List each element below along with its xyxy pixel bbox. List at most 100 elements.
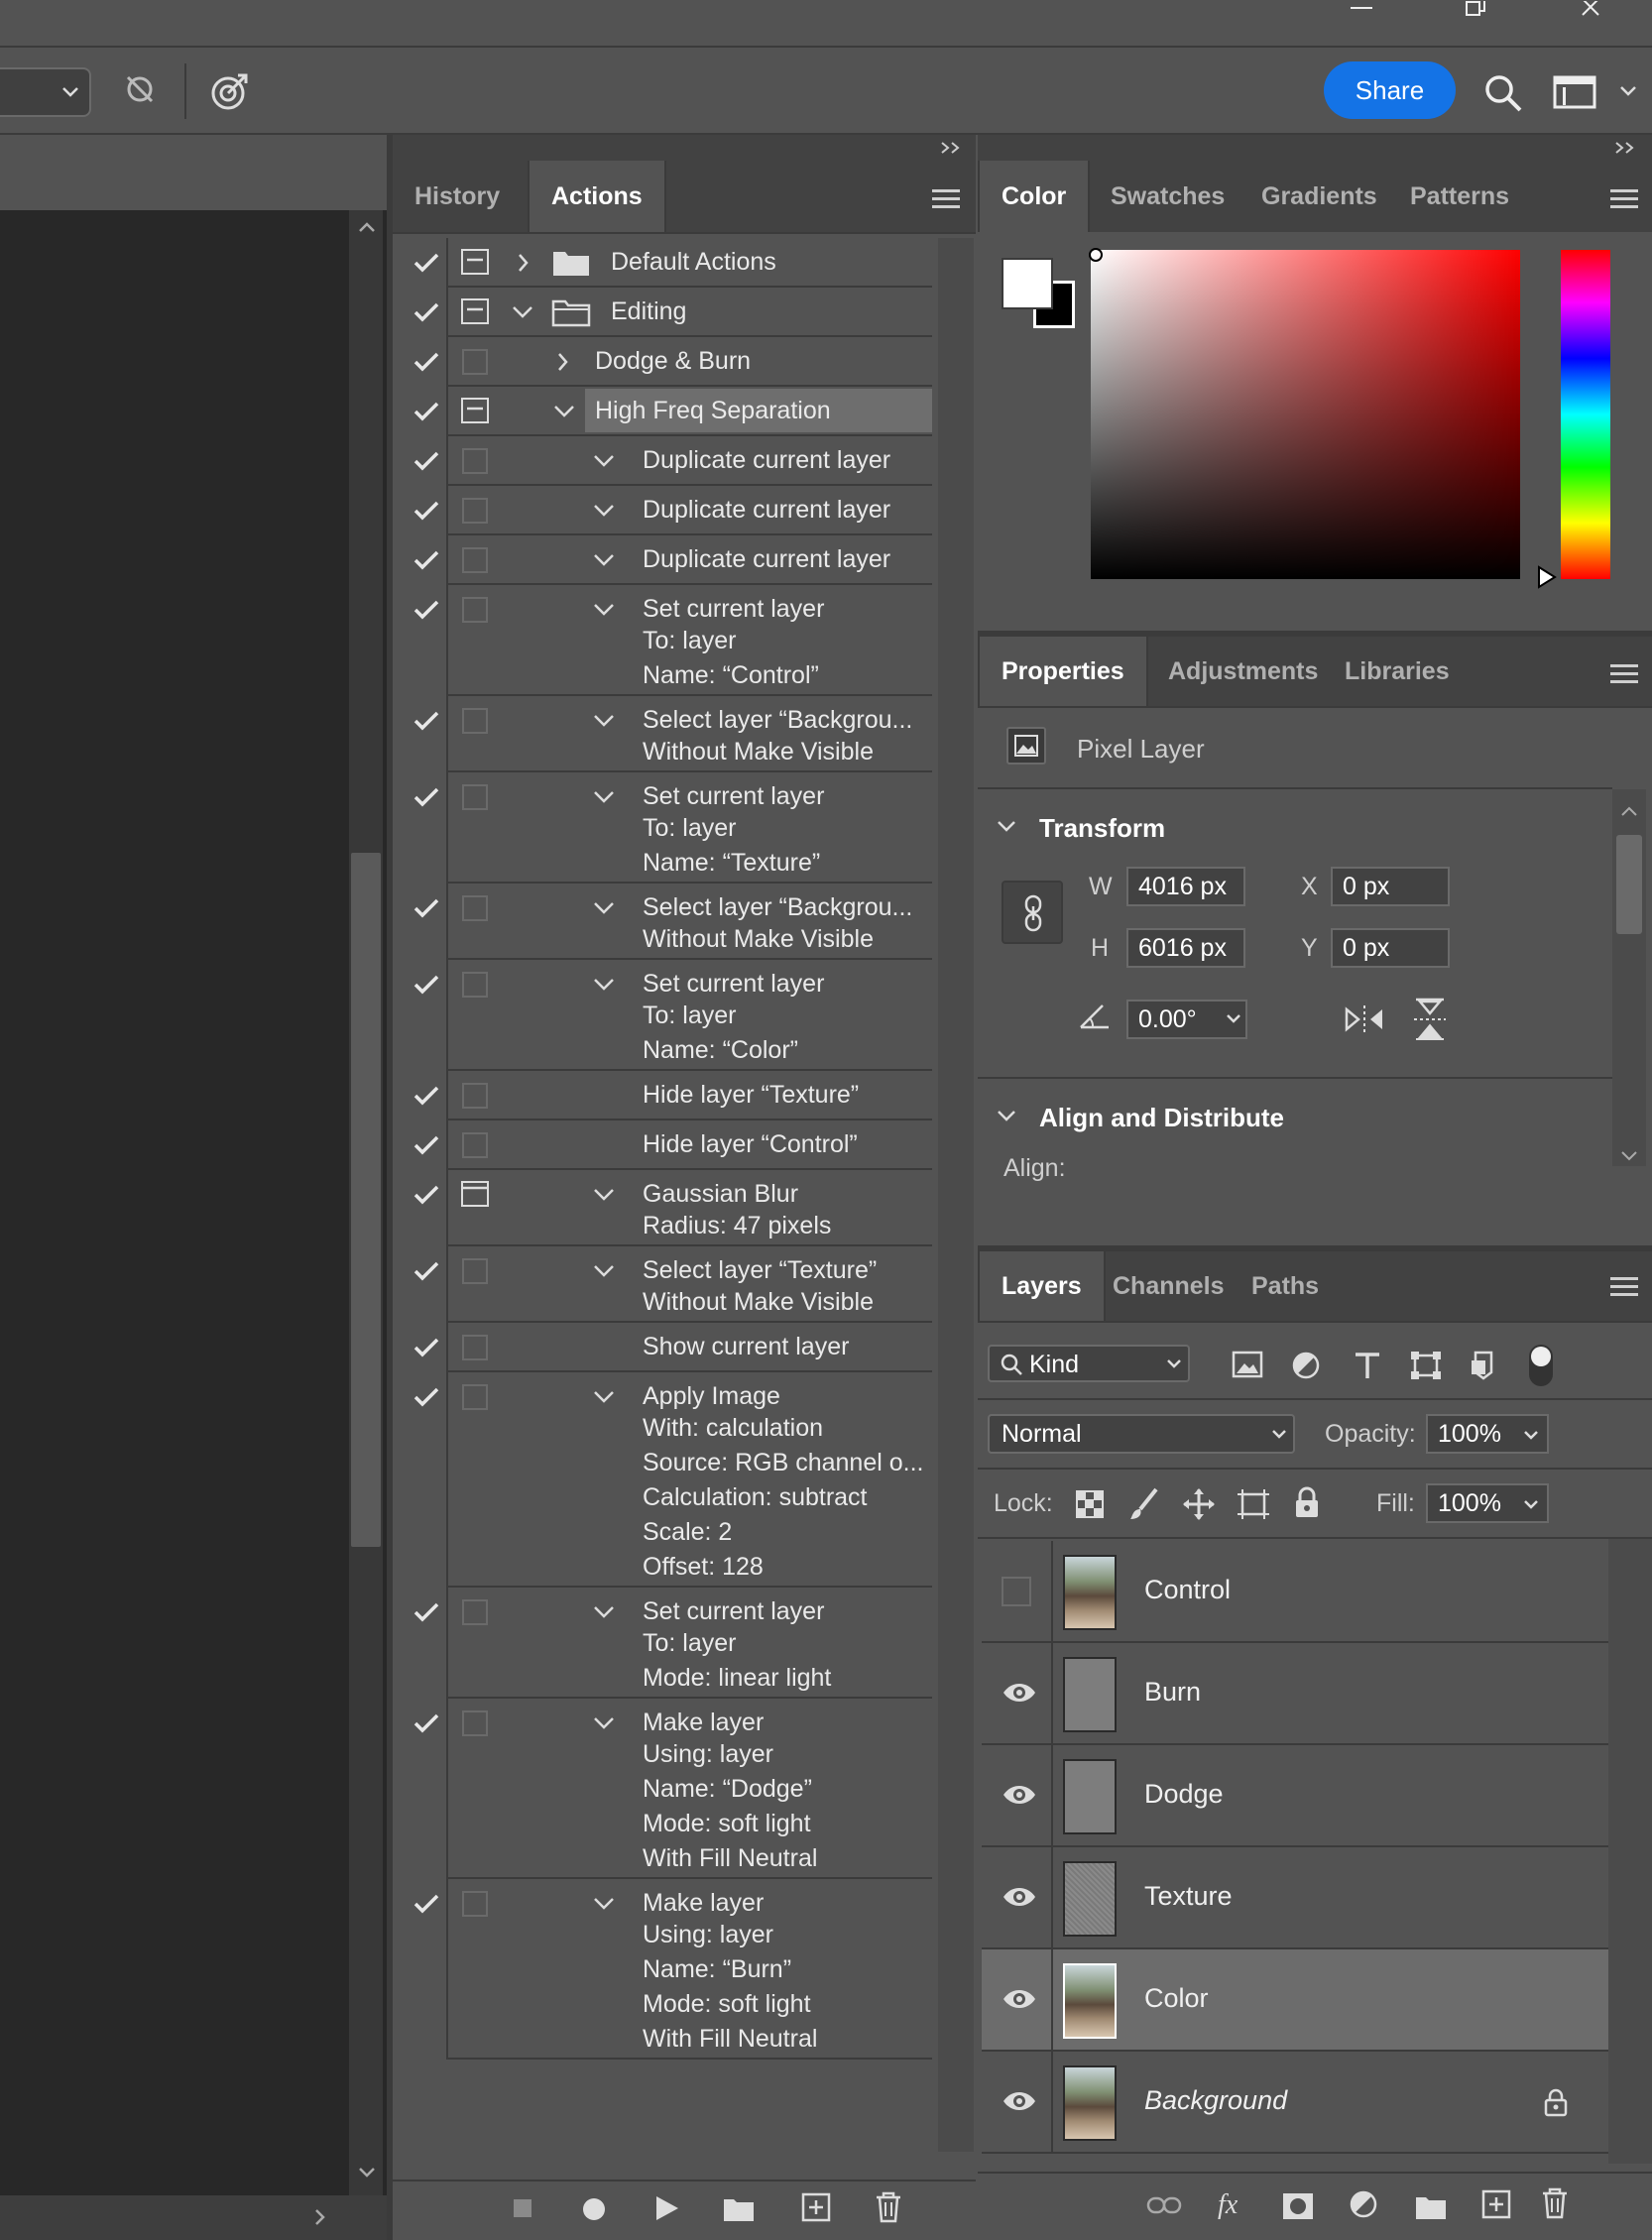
lock-all-icon[interactable] <box>1293 1485 1321 1519</box>
angle-field[interactable]: 0.00° <box>1126 1000 1226 1039</box>
action-row[interactable]: Select layer “Backgrou... Without Make Vi… <box>397 884 932 960</box>
action-row[interactable]: Apply Image With: calculation Source: RGB … <box>397 1372 932 1588</box>
stop-icon[interactable] <box>512 2197 533 2219</box>
checkmark-icon[interactable] <box>413 548 440 572</box>
checkmark-icon[interactable] <box>413 1892 440 1916</box>
filter-smart-object-icon[interactable] <box>1470 1351 1497 1380</box>
workspace-icon[interactable] <box>1553 75 1596 111</box>
tool-preset-dropdown[interactable] <box>0 67 91 117</box>
chevron-down-icon[interactable] <box>553 401 575 422</box>
eye-icon[interactable] <box>1002 1681 1037 1705</box>
layer-effects-icon[interactable]: fx <box>1216 2187 1251 2223</box>
action-row[interactable]: Editing <box>397 288 932 337</box>
checkmark-icon[interactable] <box>413 1711 440 1735</box>
action-row[interactable]: Duplicate current layer <box>397 535 932 585</box>
tab-swatches[interactable]: Swatches <box>1089 161 1246 232</box>
checkmark-icon[interactable] <box>413 300 440 324</box>
action-row[interactable]: Show current layer <box>397 1323 932 1372</box>
collapse-panel-icon[interactable] <box>1614 141 1638 155</box>
action-row[interactable]: Duplicate current layer <box>397 436 932 486</box>
action-row[interactable]: Set current layer To: layer Name: “Control… <box>397 585 932 696</box>
action-row[interactable]: Make layer Using: layer Name: “Burn” Mode: … <box>397 1879 932 2060</box>
tab-patterns[interactable]: Patterns <box>1388 161 1531 232</box>
color-picker-marker[interactable] <box>1087 246 1105 264</box>
delete-layer-icon[interactable] <box>1541 2187 1569 2219</box>
layers-scrollbar[interactable] <box>1608 1539 1652 2164</box>
lock-icon[interactable] <box>1543 2087 1569 2117</box>
target-adjust-icon[interactable] <box>208 69 252 113</box>
action-row[interactable]: Set current layer To: layer Mode: linear l… <box>397 1588 932 1699</box>
tab-actions[interactable]: Actions <box>528 161 666 232</box>
dialog-toggle-icon[interactable] <box>460 397 490 426</box>
scroll-up-icon[interactable] <box>1620 805 1638 817</box>
dialog-toggle-empty[interactable] <box>460 1130 490 1160</box>
hue-slider[interactable] <box>1561 250 1610 579</box>
width-field[interactable]: 4016 px <box>1126 867 1245 906</box>
chevron-down-icon[interactable] <box>593 786 615 808</box>
opacity-field[interactable]: 100% <box>1426 1414 1517 1454</box>
dialog-toggle-empty[interactable] <box>460 1889 490 1919</box>
blend-mode-dropdown[interactable]: Normal <box>988 1414 1295 1454</box>
chevron-down-icon[interactable] <box>996 819 1017 835</box>
new-set-folder-icon[interactable] <box>722 2193 756 2223</box>
lock-image-pixels-icon[interactable] <box>1128 1487 1160 1521</box>
layer-thumbnail[interactable] <box>1063 1963 1117 2039</box>
filter-pixel-icon[interactable] <box>1232 1351 1263 1378</box>
layer-thumbnail[interactable] <box>1063 1759 1117 1834</box>
scroll-down-icon[interactable] <box>357 2166 377 2180</box>
share-button[interactable]: Share <box>1324 61 1456 119</box>
canvas-scroll-thumb[interactable] <box>351 853 381 1547</box>
minimize-button[interactable] <box>1332 0 1391 18</box>
chevron-right-icon[interactable] <box>514 252 535 274</box>
dialog-toggle-empty[interactable] <box>460 595 490 625</box>
checkmark-icon[interactable] <box>413 400 440 423</box>
collapse-panel-icon[interactable] <box>940 141 964 155</box>
delete-icon[interactable] <box>875 2191 902 2223</box>
filter-type-icon[interactable] <box>1353 1351 1382 1380</box>
checkmark-icon[interactable] <box>413 785 440 809</box>
checkmark-icon[interactable] <box>413 449 440 473</box>
actions-scrollbar[interactable] <box>938 238 974 2152</box>
dialog-toggle-empty[interactable] <box>460 1256 490 1286</box>
checkmark-icon[interactable] <box>413 1183 440 1207</box>
canvas-hscrollbar[interactable] <box>0 2195 389 2240</box>
scroll-up-icon[interactable] <box>357 220 377 234</box>
eye-icon[interactable] <box>1002 1885 1037 1909</box>
fill-dropdown[interactable] <box>1515 1483 1549 1523</box>
layer-thumbnail[interactable] <box>1063 1657 1117 1732</box>
scroll-right-icon[interactable] <box>313 2207 327 2227</box>
tab-adjustments[interactable]: Adjustments <box>1146 637 1340 706</box>
close-button[interactable] <box>1561 0 1620 18</box>
checkmark-icon[interactable] <box>413 350 440 374</box>
dialog-toggle-empty[interactable] <box>460 1333 490 1362</box>
color-field[interactable] <box>1091 250 1520 579</box>
action-row[interactable]: Select layer “Texture” Without Make Visib… <box>397 1246 932 1323</box>
layer-row[interactable]: Control <box>982 1541 1608 1643</box>
checkmark-icon[interactable] <box>413 1336 440 1359</box>
layer-name[interactable]: Dodge <box>1144 1779 1224 1810</box>
layer-name[interactable]: Burn <box>1144 1677 1201 1708</box>
new-group-icon[interactable] <box>1414 2191 1448 2221</box>
foreground-color-swatch[interactable] <box>1002 258 1053 309</box>
layer-row[interactable]: Texture <box>982 1847 1608 1949</box>
filter-adjustment-icon[interactable] <box>1291 1351 1321 1380</box>
action-row[interactable]: Dodge & Burn <box>397 337 932 387</box>
tab-libraries[interactable]: Libraries <box>1323 637 1472 706</box>
chevron-down-icon[interactable] <box>593 1386 615 1408</box>
checkmark-icon[interactable] <box>413 709 440 733</box>
height-field[interactable]: 6016 px <box>1126 928 1245 968</box>
action-row[interactable]: Default Actions <box>397 238 932 288</box>
search-icon[interactable] <box>1483 73 1523 113</box>
chevron-down-icon[interactable] <box>593 549 615 571</box>
layers-menu-icon[interactable] <box>1610 1277 1638 1299</box>
link-dimensions-button[interactable] <box>1002 881 1063 944</box>
chevron-down-icon[interactable] <box>593 599 615 621</box>
flip-horizontal-icon[interactable] <box>1343 1002 1386 1037</box>
action-row[interactable]: Set current layer To: layer Name: “Color” <box>397 960 932 1071</box>
chevron-down-icon[interactable] <box>593 1712 615 1734</box>
dialog-toggle-empty[interactable] <box>460 1597 490 1627</box>
tab-layers[interactable]: Layers <box>978 1251 1106 1321</box>
layer-thumbnail[interactable] <box>1063 1555 1117 1630</box>
action-row[interactable]: Hide layer “Control” <box>397 1120 932 1170</box>
checkmark-icon[interactable] <box>413 1259 440 1283</box>
